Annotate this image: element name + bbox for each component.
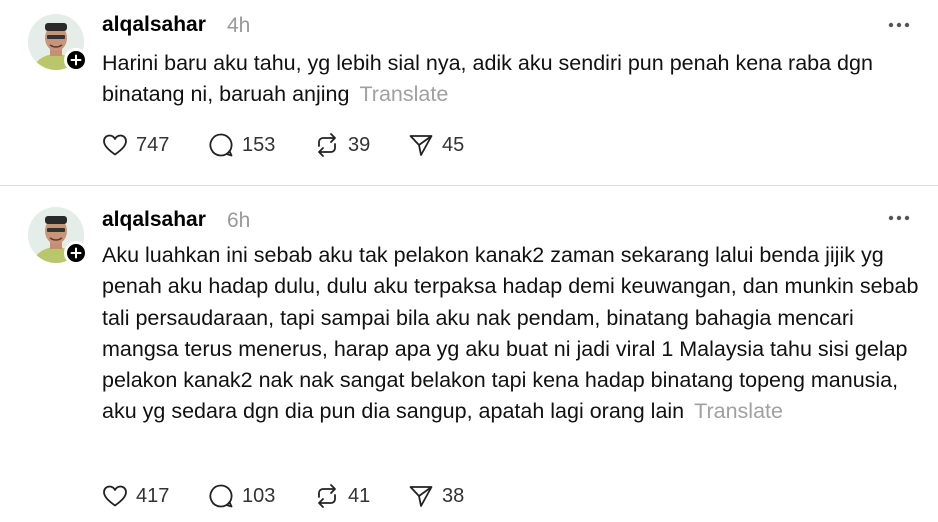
translate-link[interactable]: Translate [694, 399, 783, 423]
more-icon [888, 215, 910, 221]
comment-icon [209, 133, 233, 157]
more-icon [888, 22, 910, 28]
repost-button[interactable]: 39 [314, 131, 370, 159]
avatar[interactable] [28, 14, 88, 72]
reply-button[interactable]: 153 [208, 131, 275, 159]
like-button[interactable]: 417 [102, 482, 169, 510]
reply-button[interactable]: 103 [208, 482, 275, 510]
comment-icon [209, 484, 233, 508]
repost-button[interactable]: 41 [314, 482, 370, 510]
send-icon [409, 135, 433, 156]
username[interactable]: alqalsahar [102, 208, 206, 232]
plus-icon [70, 247, 82, 259]
plus-icon [70, 54, 82, 66]
like-button[interactable]: 747 [102, 131, 169, 159]
share-button[interactable]: 45 [408, 131, 464, 159]
post-text: Harini baru aku tahu, yg lebih sial nya,… [102, 48, 922, 111]
repost-count: 41 [348, 484, 371, 507]
heart-icon [103, 134, 127, 156]
share-count: 38 [442, 484, 465, 507]
like-count: 417 [136, 484, 170, 507]
heart-icon [103, 485, 127, 507]
post-body: Harini baru aku tahu, yg lebih sial nya,… [102, 51, 873, 107]
share-button[interactable]: 38 [408, 482, 464, 510]
repost-icon [318, 133, 336, 157]
more-button[interactable] [888, 14, 910, 36]
send-icon [409, 486, 433, 507]
share-count: 45 [442, 133, 465, 156]
follow-button[interactable] [64, 241, 88, 265]
translate-link[interactable]: Translate [359, 82, 448, 106]
timestamp[interactable]: 6h [227, 209, 250, 233]
reply-count: 103 [242, 484, 276, 507]
post-body: Aku luahkan ini sebab aku tak pelakon ka… [102, 243, 919, 424]
reply-count: 153 [242, 133, 276, 156]
like-count: 747 [136, 133, 170, 156]
username[interactable]: alqalsahar [102, 13, 206, 37]
post-text: Aku luahkan ini sebab aku tak pelakon ka… [102, 240, 922, 428]
timestamp[interactable]: 4h [227, 14, 250, 38]
follow-button[interactable] [64, 48, 88, 72]
divider [0, 185, 938, 186]
avatar[interactable] [28, 207, 88, 265]
repost-count: 39 [348, 133, 371, 156]
repost-icon [318, 484, 336, 508]
more-button[interactable] [888, 207, 910, 229]
